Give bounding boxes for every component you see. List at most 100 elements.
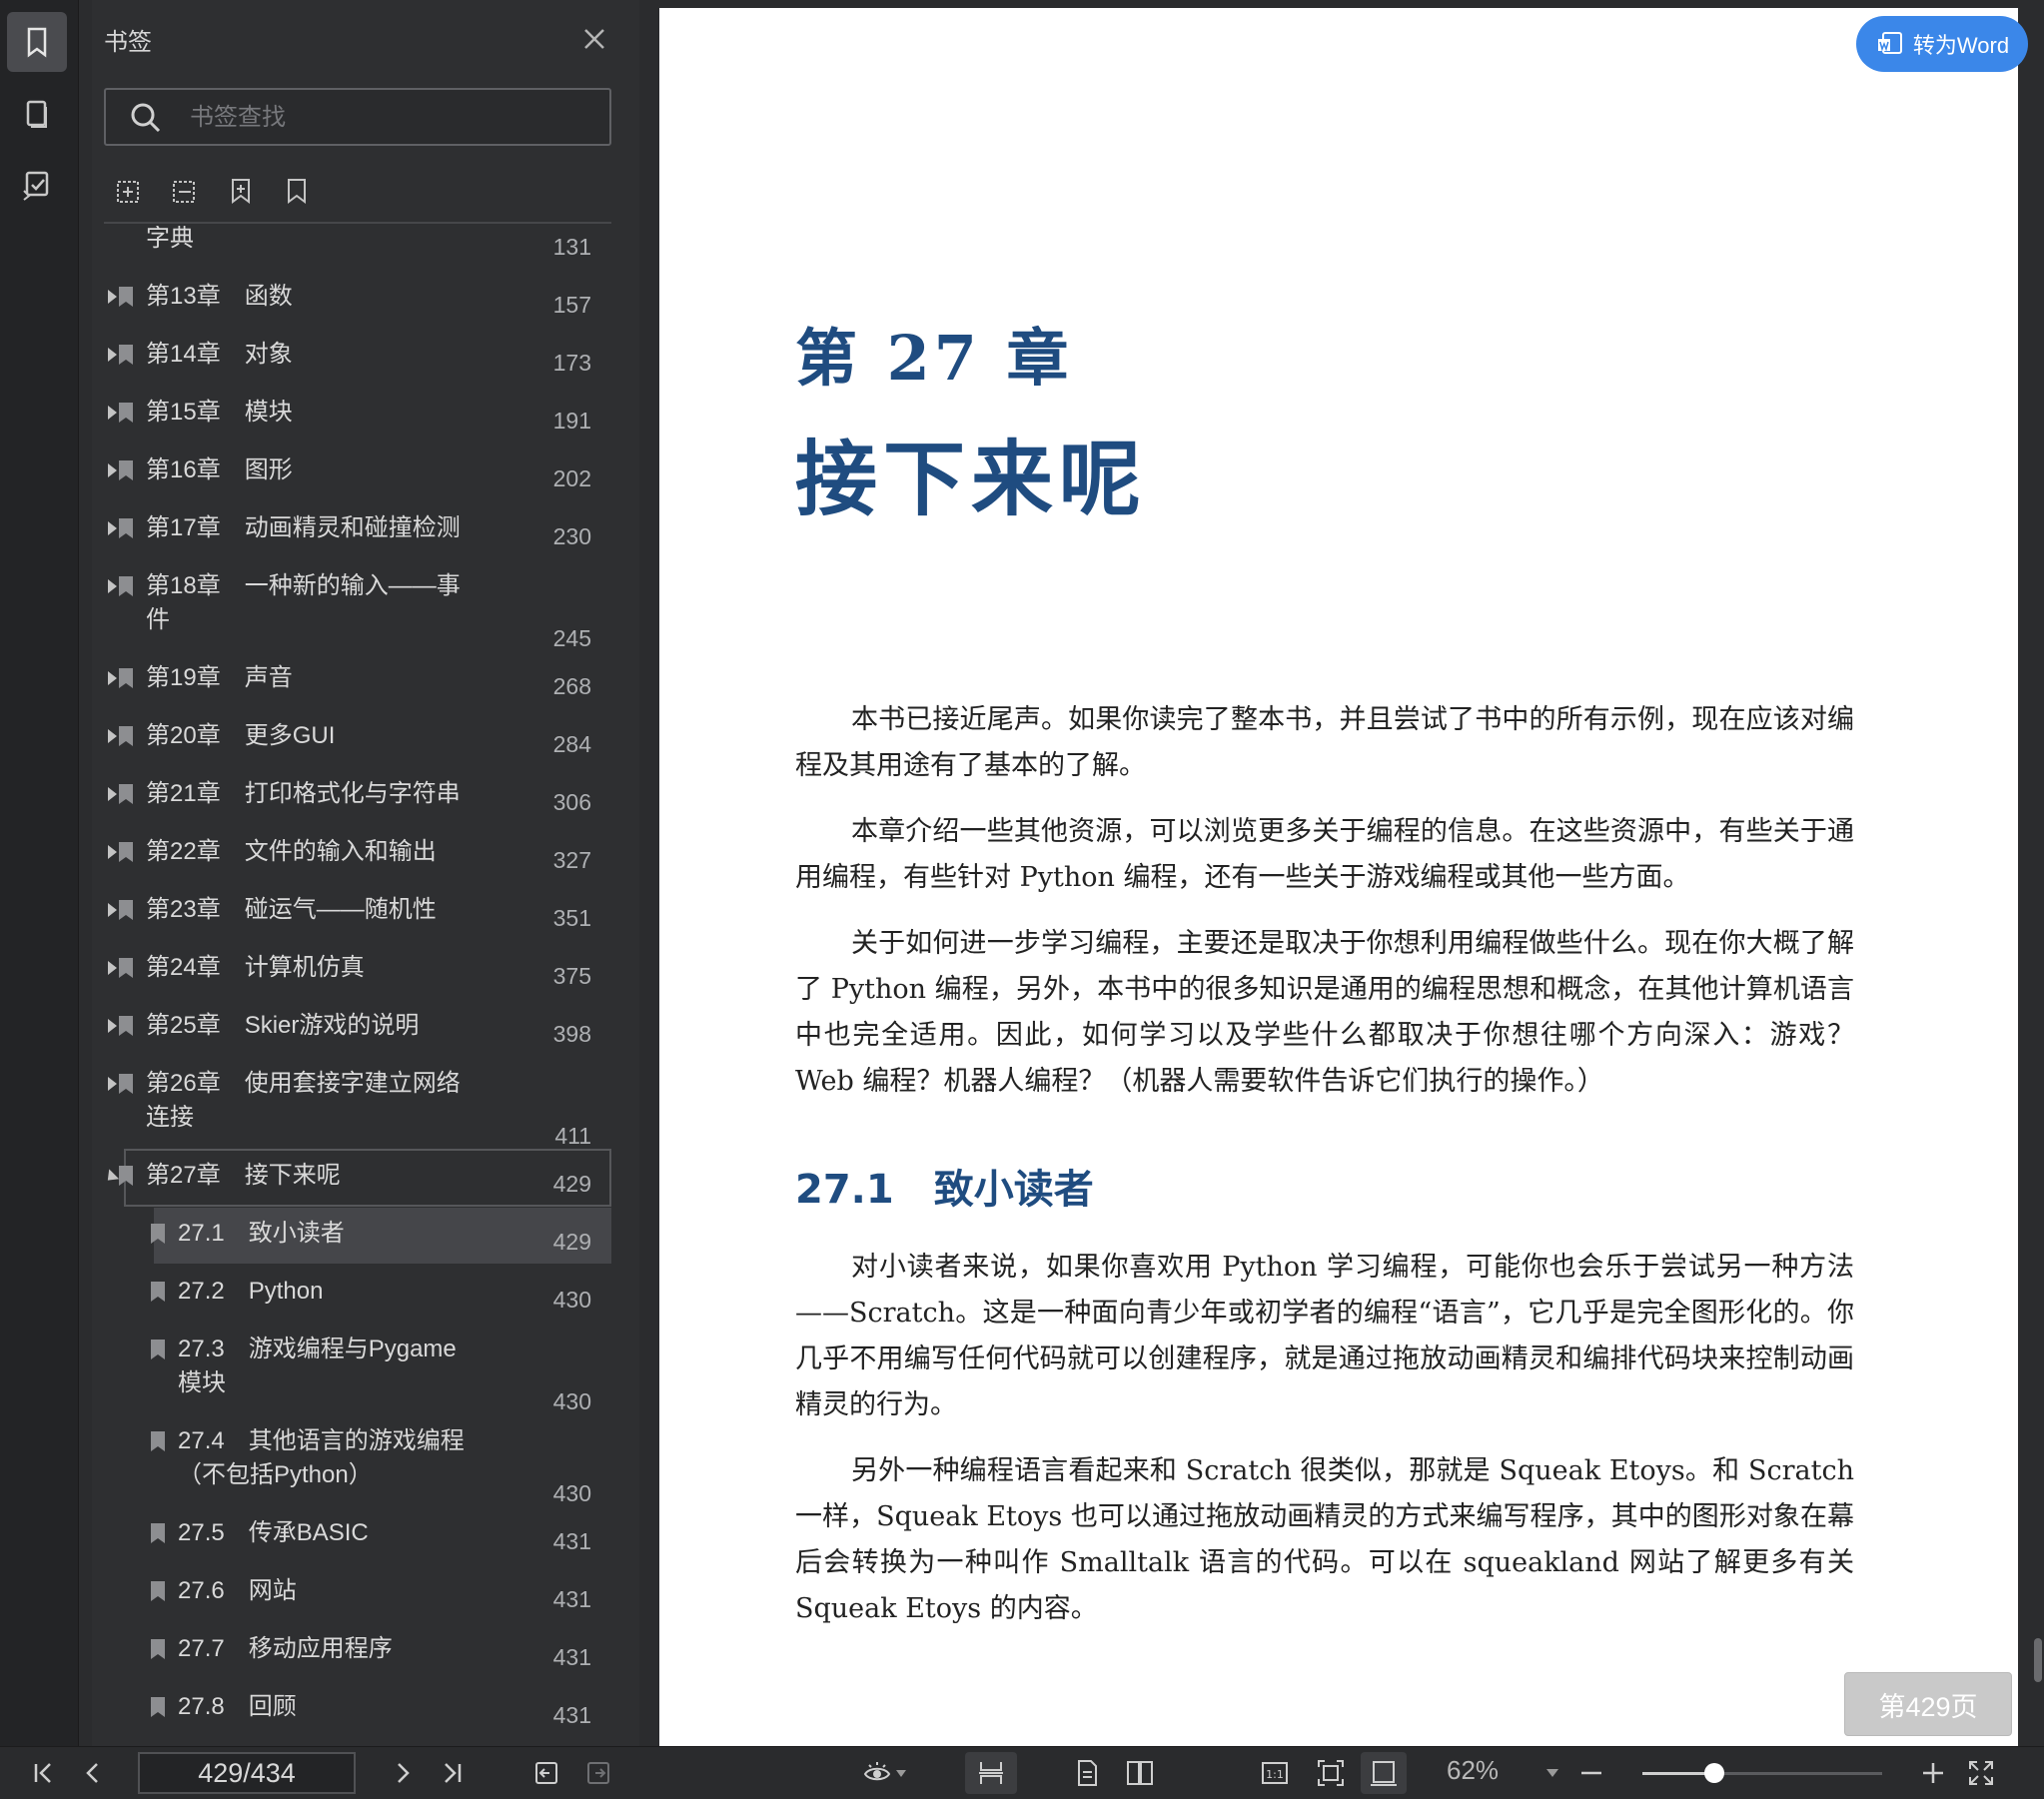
bookmark-subitem[interactable]: 27.4 其他语言的游戏编程 （不包括Python） 430 [104,1424,613,1506]
bookmark-add-sub-icon[interactable] [226,176,256,206]
bookmark-label: 第19章 声音 [146,664,293,691]
continuous-scroll-icon[interactable] [965,1752,1017,1794]
last-page-icon[interactable] [436,1757,470,1789]
expand-arrow-icon[interactable] [108,348,117,362]
zoom-dropdown-icon[interactable] [1546,1769,1558,1777]
bookmark-item[interactable]: 第26章 使用套接字建立网络 连接 411 [104,1067,613,1149]
bookmark-item[interactable]: 第19章 声音 268 [104,661,613,709]
bookmark-label: 27.8 回顾 [178,1693,297,1720]
two-page-icon[interactable] [1121,1757,1159,1789]
bookmark-subitem[interactable]: 27.2 Python 430 [104,1275,613,1323]
bookmark-page-number: 351 [552,905,591,931]
thumbnail-tab-button[interactable] [7,84,67,144]
fit-page-icon[interactable] [1313,1757,1349,1789]
bookmark-page-number: 430 [552,1480,591,1506]
expand-arrow-icon[interactable] [108,845,117,859]
bookmark-label: 第14章 对象 [146,341,293,368]
bookmark-icon [150,1580,166,1602]
bookmark-subitem[interactable]: 27.8 回顾 431 [104,1690,613,1738]
bookmark-item[interactable]: 第20章 更多GUI 284 [104,719,613,767]
bookmark-page-number: 173 [552,350,591,376]
expand-arrow-icon[interactable] [108,1077,117,1091]
bookmark-icon [27,27,47,58]
bookmark-icon [118,725,134,747]
page-indicator-input[interactable]: 429/434 [138,1752,356,1794]
back-icon[interactable] [529,1757,563,1789]
bookmark-item[interactable]: 第15章 模块 191 [104,396,613,444]
annotation-tab-button[interactable] [7,156,67,216]
expand-arrow-icon[interactable] [108,290,117,304]
bookmark-label: 第26章 使用套接字建立网络 连接 [146,1070,461,1131]
bookmark-item[interactable]: 第21章 打印格式化与字符串 306 [104,777,613,825]
bookmark-subitem[interactable]: 27.3 游戏编程与Pygame 模块 430 [104,1333,613,1414]
add-bookmark-icon[interactable] [114,176,144,206]
expand-arrow-icon[interactable] [108,787,117,801]
expand-arrow-icon[interactable] [108,1019,117,1033]
collapse-arrow-icon[interactable] [102,1169,120,1186]
bookmark-page-number: 431 [552,1644,591,1670]
next-page-icon[interactable] [386,1757,420,1789]
bookmark-item[interactable]: 第23章 碰运气——随机性 351 [104,893,613,941]
bottom-toolbar: 429/434 1:1 62% [0,1746,2044,1799]
expand-arrow-icon[interactable] [108,521,117,535]
convert-to-word-button[interactable]: 转为Word [1856,16,2028,72]
bookmark-page-number: 157 [552,292,591,318]
expand-arrow-icon[interactable] [108,406,117,420]
bookmark-icon [118,286,134,308]
zoom-slider-knob[interactable] [1704,1763,1724,1783]
prev-page-icon[interactable] [76,1757,110,1789]
bookmark-page-number: 327 [552,847,591,873]
expand-arrow-icon[interactable] [108,579,117,593]
convert-to-word-label: 转为Word [1912,33,2010,58]
bookmark-icon [118,1015,134,1037]
eye-mode-icon[interactable] [859,1757,909,1789]
document-scrollbar[interactable] [2034,1638,2042,1682]
zoom-out-icon[interactable] [1576,1757,1606,1789]
zoom-in-icon[interactable] [1918,1757,1948,1789]
bookmark-outline-icon[interactable] [282,176,312,206]
bookmark-subitem[interactable]: 27.1 致小读者 429 [104,1217,613,1265]
bookmark-item[interactable]: 第27章 接下来呢 429 [102,1159,613,1207]
bookmark-label: 第25章 Skier游戏的说明 [146,1012,420,1039]
bookmark-item[interactable]: 第14章 对象 173 [104,338,613,386]
fullscreen-icon[interactable] [1964,1757,1998,1789]
bookmark-subitem[interactable]: 27.7 移动应用程序 431 [104,1632,613,1680]
bookmark-item[interactable]: 第17章 动画精灵和碰撞检测 230 [104,511,613,559]
bookmark-search-input[interactable] [188,98,591,138]
expand-arrow-icon[interactable] [108,903,117,917]
actual-size-icon[interactable]: 1:1 [1257,1757,1293,1789]
bookmark-item[interactable]: 第25章 Skier游戏的说明 398 [104,1009,613,1057]
bookmark-subitem[interactable]: 27.5 传承BASIC 431 [104,1516,613,1564]
bookmark-page-number: 131 [552,234,591,260]
expand-arrow-icon[interactable] [108,671,117,685]
bookmark-tab-button[interactable] [7,12,67,72]
bookmark-item[interactable]: 第22章 文件的输入和输出 327 [104,835,613,883]
bookmark-label: 第18章 一种新的输入——事 件 [146,572,461,633]
expand-arrow-icon[interactable] [108,729,117,743]
bookmark-label: 第27章 接下来呢 [146,1162,341,1189]
single-page-icon[interactable] [1069,1757,1105,1789]
bookmark-item[interactable]: 第13章 函数 157 [104,280,613,328]
paragraph-1: 本书已接近尾声。如果你读完了整本书，并且尝试了书中的所有示例，现在应该对编程及其… [795,704,1854,781]
forward-icon[interactable] [581,1757,615,1789]
bookmark-search [104,88,611,146]
bookmark-item[interactable]: 字典 131 [104,226,613,270]
bookmark-icon [150,1430,166,1452]
remove-bookmark-icon[interactable] [170,176,200,206]
bookmark-icon [118,783,134,805]
zoom-level[interactable]: 62% [1447,1755,1499,1786]
paragraph-3: 关于如何进一步学习编程，主要还是取决于你想利用编程做些什么。现在你大概了解了 P… [795,928,1854,1097]
bookmark-item[interactable]: 第24章 计算机仿真 375 [104,951,613,999]
bookmark-label: 第15章 模块 [146,399,293,426]
expand-arrow-icon[interactable] [108,463,117,477]
close-icon[interactable] [579,24,609,54]
bookmark-label: 27.3 游戏编程与Pygame 模块 [178,1336,457,1396]
bookmark-icon [150,1281,166,1303]
bookmark-subitem[interactable]: 27.6 网站 431 [104,1574,613,1622]
expand-arrow-icon[interactable] [108,961,117,975]
zoom-slider[interactable] [1642,1763,1882,1783]
first-page-icon[interactable] [26,1757,60,1789]
bookmark-item[interactable]: 第18章 一种新的输入——事 件 245 [104,569,613,651]
bookmark-item[interactable]: 第16章 图形 202 [104,453,613,501]
fit-width-icon[interactable] [1361,1752,1407,1794]
